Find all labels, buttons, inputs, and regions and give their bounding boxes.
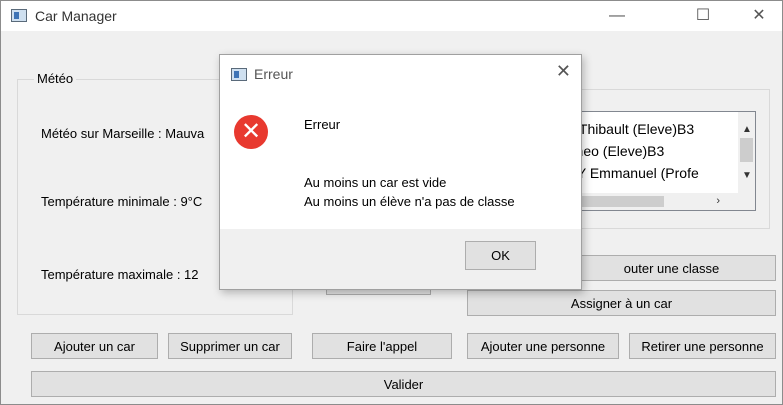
ajouter-personne-button[interactable]: Ajouter une personne (467, 333, 619, 359)
supprimer-car-button[interactable]: Supprimer un car (168, 333, 292, 359)
title-bar: Car Manager — ☐ ✕ (1, 1, 782, 31)
scroll-up-icon[interactable]: ▲ (742, 124, 752, 135)
maximize-button[interactable]: ☐ (680, 1, 726, 31)
error-dialog: Erreur ✕ ✕ Erreur Au moins un car est vi… (219, 54, 582, 290)
retirer-personne-button[interactable]: Retirer une personne (629, 333, 776, 359)
close-button[interactable]: ✕ (736, 1, 782, 31)
max-temp-label: Température maximale : 12 (41, 267, 199, 282)
faire-appel-button[interactable]: Faire l'appel (312, 333, 452, 359)
error-icon: ✕ (234, 115, 268, 149)
dialog-title: Erreur (254, 66, 293, 82)
ajouter-classe-label: outer une classe (623, 260, 720, 276)
min-temp-label: Température minimale : 9°C (41, 194, 203, 209)
dialog-footer: OK (220, 229, 581, 289)
dialog-message-line2: Au moins un élève n'a pas de classe (304, 194, 515, 209)
dialog-close-button[interactable]: ✕ (556, 61, 571, 82)
dialog-message-line1: Au moins un car est vide (304, 175, 447, 190)
ok-button[interactable]: OK (465, 241, 536, 270)
vertical-scrollbar[interactable]: ▲ ▼ (738, 112, 755, 210)
scroll-down-icon[interactable]: ▼ (742, 170, 752, 181)
dialog-app-icon (231, 68, 247, 81)
minimize-button[interactable]: — (594, 1, 640, 31)
list-item[interactable]: RY Emmanuel (Profe (567, 165, 699, 181)
app-icon (11, 9, 27, 22)
scroll-right-icon[interactable]: › (716, 195, 720, 207)
ajouter-car-button[interactable]: Ajouter un car (31, 333, 158, 359)
dialog-heading: Erreur (304, 117, 341, 132)
weather-label: Météo sur Marseille : Mauva (41, 126, 205, 141)
assigner-car-button[interactable]: Assigner à un car (467, 290, 776, 316)
meteo-group-title: Météo (34, 71, 77, 86)
scroll-thumb[interactable] (740, 138, 753, 162)
window-title: Car Manager (35, 8, 117, 24)
valider-button[interactable]: Valider (31, 371, 776, 397)
list-item[interactable]: T Thibault (Eleve)B3 (567, 121, 694, 137)
